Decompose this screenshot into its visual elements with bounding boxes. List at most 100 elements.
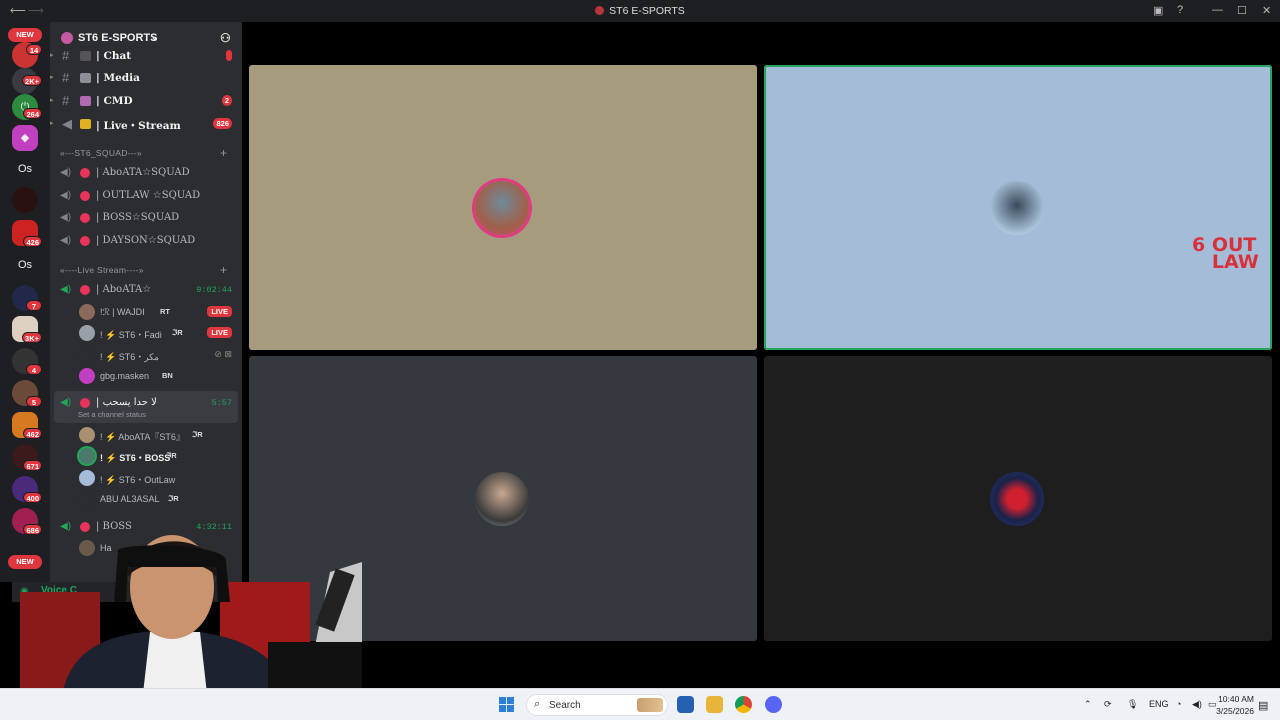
avatar xyxy=(79,304,95,320)
text-channel[interactable]: ▸ # | Media xyxy=(50,69,242,87)
sync-icon[interactable]: ⟳ xyxy=(1104,699,1112,710)
megaphone-icon: ◀ xyxy=(62,116,72,131)
taskbar-search[interactable]: ⌕ Search xyxy=(526,694,668,716)
close-button[interactable]: ✕ xyxy=(1262,4,1271,17)
voice-member[interactable]: ! ⚡ ST6・مكر ⊘ ⊠ xyxy=(50,345,242,365)
server-text-icon[interactable]: Os xyxy=(12,252,38,278)
search-placeholder: Search xyxy=(549,700,581,711)
voice-channel[interactable]: ◀) | BOSS☆SQUAD xyxy=(50,208,242,228)
user-avatar xyxy=(475,181,529,235)
windows-taskbar: ⌕ Search ⌃ ⟳ 🎙︎ ENG ◔ ◀) ▭ 10:40 AM 3/25… xyxy=(0,688,1280,720)
speaker-icon: ◀) xyxy=(60,397,72,408)
video-tile[interactable] xyxy=(249,65,757,350)
chevron-up-icon[interactable]: ⌃ xyxy=(1084,699,1092,710)
speaker-icon: ◀) xyxy=(60,212,72,223)
category-header[interactable]: «----Live Stream----» + xyxy=(60,263,227,277)
chevron-down-icon: ⌄ xyxy=(151,32,159,42)
file-explorer-icon[interactable] xyxy=(706,696,723,713)
voice-timer: 9:02:44 xyxy=(196,285,232,295)
voice-channel-name: | DAYSON☆SQUAD xyxy=(96,235,196,246)
language-indicator[interactable]: ENG xyxy=(1149,699,1169,709)
live-badge: LIVE xyxy=(207,306,232,317)
outlaw-logo: 6 OUT LAW xyxy=(1192,234,1259,273)
channel-name: | Media xyxy=(96,72,140,84)
category-header[interactable]: «---ST6_SQUAD---» + xyxy=(60,146,227,160)
inbox-icon[interactable]: ▣ xyxy=(1153,4,1163,17)
bell-icon xyxy=(80,119,91,129)
member-name: ! ⚡ AboATA『ST6』 xyxy=(100,432,185,442)
text-channel[interactable]: ▸ ◀ | Live・Stream 826 xyxy=(50,115,242,133)
channel-emoji-icon xyxy=(80,168,90,178)
voice-channel[interactable]: ◀) | AboATA☆SQUAD xyxy=(50,163,242,183)
video-stage: 6 OUT LAW xyxy=(242,22,1280,690)
server-icon[interactable] xyxy=(12,187,38,213)
add-channel-icon[interactable]: + xyxy=(220,263,227,277)
avatar xyxy=(79,491,95,507)
new-pill[interactable]: NEW xyxy=(8,28,42,42)
member-tag: ℑR xyxy=(166,451,177,460)
voice-timer: 5:57 xyxy=(211,398,232,408)
voice-channel[interactable]: ◀) | DAYSON☆SQUAD xyxy=(50,231,242,251)
channel-status[interactable]: Set a channel status xyxy=(78,410,146,419)
text-channel[interactable]: ▸ # | Chat xyxy=(50,47,242,65)
member-name: ! ⚡ ST6・BOSS xyxy=(100,453,171,463)
channel-name: | Live・Stream xyxy=(96,120,181,132)
member-name: gbg.masken xyxy=(100,371,150,381)
member-name: ABU AL3ASAL xyxy=(100,494,160,504)
voice-member[interactable]: ! ⚡ ST6・Fadi ℑR LIVE xyxy=(50,323,242,343)
help-icon[interactable]: ? xyxy=(1177,4,1183,16)
live-badge: LIVE xyxy=(207,327,232,338)
voice-channel-current[interactable]: ◀) | لا حدا يسحب 5:57 Set a channel stat… xyxy=(50,393,242,419)
voice-member[interactable]: ABU AL3ASAL ℑR xyxy=(50,489,242,509)
search-icon: ⌕ xyxy=(534,698,541,710)
add-member-icon[interactable]: ⚇ xyxy=(220,31,231,45)
maximize-button[interactable]: ☐ xyxy=(1237,4,1247,17)
channel-emoji-icon xyxy=(80,96,91,106)
windows-start-icon[interactable] xyxy=(499,697,515,713)
chrome-icon[interactable] xyxy=(735,696,752,713)
wifi-icon[interactable]: ◔ xyxy=(1176,699,1181,709)
category-label: «---ST6_SQUAD---» xyxy=(60,148,143,158)
discord-icon[interactable] xyxy=(765,696,782,713)
text-channel[interactable]: ▸ # | CMD 2 xyxy=(50,92,242,110)
member-name: ! ⚡ ST6・OutLaw xyxy=(100,475,176,485)
voice-member[interactable]: !ℛ | WAJDI RT LIVE xyxy=(50,302,242,322)
server-badge: 2K+ xyxy=(22,75,42,86)
server-text-icon[interactable]: Os xyxy=(12,156,38,182)
server-badge: 400 xyxy=(23,492,42,503)
voice-member[interactable]: gbg.masken BN xyxy=(50,366,242,386)
video-tile-speaking[interactable]: 6 OUT LAW xyxy=(764,65,1272,350)
channel-emoji-icon xyxy=(80,213,90,223)
microphone-icon[interactable]: 🎙︎ xyxy=(1127,699,1138,710)
server-badge: 462 xyxy=(23,428,42,439)
hash-icon: # xyxy=(62,70,70,85)
voice-channel-name: | AboATA☆SQUAD xyxy=(96,167,190,178)
channel-badge: 826 xyxy=(213,118,232,129)
server-name: ST6 E-SPORTS xyxy=(78,32,158,44)
speaker-icon: ◀) xyxy=(60,284,72,295)
category-label: «----Live Stream----» xyxy=(60,265,144,275)
voice-channel[interactable]: ◀) | AboATA☆ 9:02:44 xyxy=(50,280,242,300)
avatar xyxy=(79,427,95,443)
channel-name: | Chat xyxy=(96,50,132,62)
voice-member[interactable]: ! ⚡ ST6・OutLaw xyxy=(50,468,242,488)
server-icon[interactable]: ◆ xyxy=(12,125,38,151)
add-channel-icon[interactable]: + xyxy=(220,146,227,160)
channel-emoji-icon xyxy=(80,191,90,201)
minimize-button[interactable]: — xyxy=(1212,4,1223,16)
avatar xyxy=(79,470,95,486)
volume-icon[interactable]: ◀) xyxy=(1192,699,1202,710)
voice-channel-name: | BOSS☆SQUAD xyxy=(96,212,180,223)
video-tile[interactable] xyxy=(764,356,1272,641)
voice-channel[interactable]: ◀) | OUTLAW ☆SQUAD xyxy=(50,186,242,206)
member-tag: RT xyxy=(160,307,170,316)
notification-icon[interactable]: ▤ xyxy=(1258,699,1268,712)
voice-member[interactable]: ! ⚡ AboATA『ST6』 ℑR xyxy=(50,425,242,445)
store-icon[interactable] xyxy=(677,696,694,713)
voice-channel-name: | OUTLAW ☆SQUAD xyxy=(96,190,201,201)
server-badge: 14 xyxy=(26,44,42,55)
member-tag: ℑR xyxy=(172,328,183,337)
taskbar-clock[interactable]: 10:40 AM 3/25/2026 xyxy=(1210,693,1254,717)
member-tag: ℑR xyxy=(168,494,179,503)
voice-member[interactable]: ! ⚡ ST6・BOSS ℑR xyxy=(50,446,242,466)
